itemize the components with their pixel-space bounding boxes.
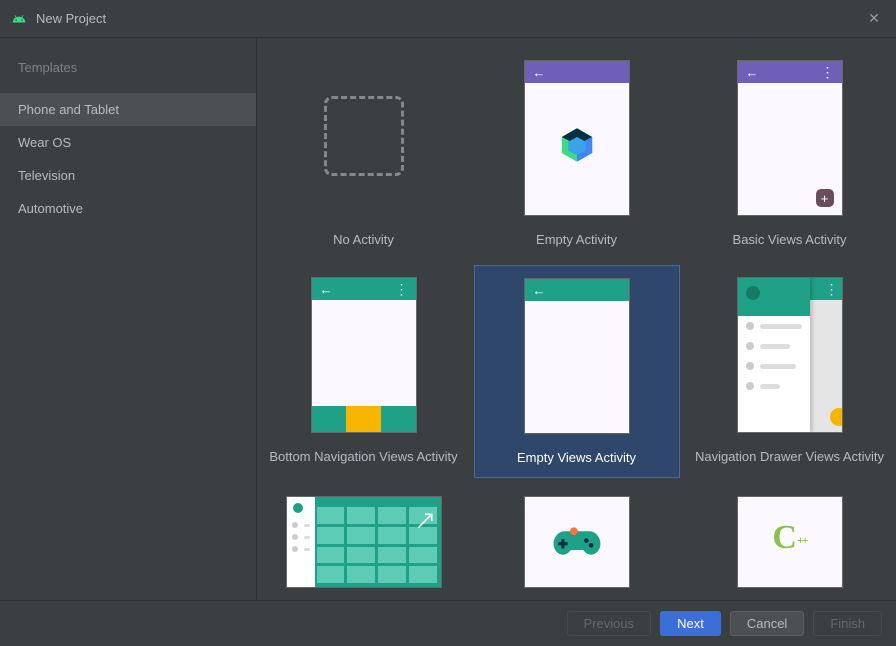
- template-gallery: No Activity ← Empty Activity: [257, 38, 896, 600]
- template-thumbnail: ← ⋮ +: [737, 60, 843, 216]
- template-bottom-nav[interactable]: ← ⋮ Bottom Navigation Views Activity: [261, 265, 467, 478]
- template-no-activity[interactable]: No Activity: [261, 48, 467, 259]
- previous-button: Previous: [567, 611, 652, 636]
- template-empty-activity[interactable]: ← Empty Activity: [474, 48, 680, 259]
- template-label: Empty Views Activity: [517, 450, 636, 477]
- template-thumbnail: [286, 496, 442, 588]
- sidebar-item-television[interactable]: Television: [0, 159, 256, 192]
- cpp-icon: C++: [772, 519, 806, 557]
- next-button[interactable]: Next: [660, 611, 721, 636]
- android-logo-icon: [12, 12, 26, 26]
- bottom-nav-bar: [312, 406, 416, 432]
- template-thumbnail: C++: [737, 496, 843, 588]
- template-category-sidebar: Templates Phone and Tablet Wear OS Telev…: [0, 38, 257, 600]
- template-responsive[interactable]: [261, 484, 467, 600]
- nav-drawer: [738, 278, 810, 432]
- content-area: Templates Phone and Tablet Wear OS Telev…: [0, 38, 896, 600]
- more-icon: ⋮: [825, 281, 838, 298]
- template-label: Empty Activity: [536, 232, 617, 259]
- back-arrow-icon: ←: [746, 65, 759, 80]
- template-thumbnail: [524, 496, 630, 588]
- fab-icon: [830, 408, 843, 426]
- title-bar: New Project ✕: [0, 0, 896, 38]
- app-bar: ←: [525, 279, 629, 301]
- template-label: Navigation Drawer Views Activity: [695, 449, 884, 476]
- app-bar: ←: [525, 61, 629, 83]
- back-arrow-icon: ←: [320, 282, 333, 297]
- expand-arrow-icon: [415, 511, 435, 531]
- dashed-box-icon: [324, 96, 404, 176]
- compose-logo-icon: [557, 125, 597, 165]
- template-native-cpp[interactable]: C++: [687, 484, 893, 600]
- close-icon[interactable]: ✕: [864, 10, 884, 27]
- template-label: Bottom Navigation Views Activity: [269, 449, 457, 476]
- template-thumbnail: [311, 60, 417, 216]
- sidebar-header: Templates: [0, 60, 256, 93]
- app-bar: ← ⋮: [738, 61, 842, 83]
- finish-button: Finish: [813, 611, 882, 636]
- avatar-icon: [746, 286, 760, 300]
- template-label: No Activity: [333, 232, 394, 259]
- back-arrow-icon: ←: [533, 65, 546, 80]
- template-thumbnail: ←: [524, 60, 630, 216]
- back-arrow-icon: ←: [533, 283, 546, 298]
- more-icon: ⋮: [821, 64, 834, 81]
- fab-icon: +: [816, 189, 834, 207]
- template-empty-views[interactable]: ← Empty Views Activity: [474, 265, 680, 478]
- app-bar: ← ⋮: [312, 278, 416, 300]
- template-nav-drawer[interactable]: ⋮ Navigation Drawer Views Activity: [687, 265, 893, 478]
- template-label: Basic Views Activity: [733, 232, 847, 259]
- wizard-footer: Previous Next Cancel Finish: [0, 600, 896, 646]
- template-game[interactable]: [474, 484, 680, 600]
- sidebar-item-wear-os[interactable]: Wear OS: [0, 126, 256, 159]
- template-thumbnail: ⋮: [737, 277, 843, 433]
- cancel-button[interactable]: Cancel: [730, 611, 804, 636]
- template-thumbnail: ←: [524, 278, 630, 434]
- more-icon: ⋮: [395, 281, 408, 298]
- sidebar-item-phone-tablet[interactable]: Phone and Tablet: [0, 93, 256, 126]
- template-thumbnail: ← ⋮: [311, 277, 417, 433]
- sidebar-item-automotive[interactable]: Automotive: [0, 192, 256, 225]
- game-controller-icon: [552, 525, 602, 559]
- window-title: New Project: [36, 11, 864, 26]
- template-basic-views[interactable]: ← ⋮ + Basic Views Activity: [687, 48, 893, 259]
